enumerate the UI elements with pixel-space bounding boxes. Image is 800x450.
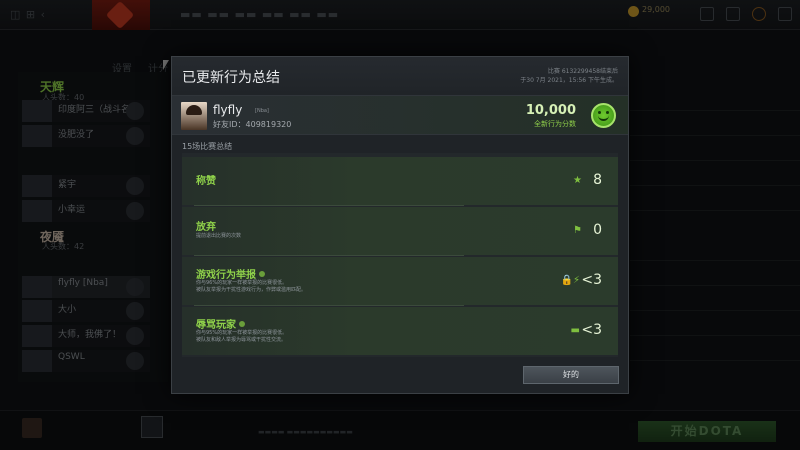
- player-tag: [Nba]: [255, 108, 269, 114]
- row-label: 称赞: [196, 176, 216, 187]
- row-desc-line-1: 你与96%的玩家一样被举报的比赛很低。: [196, 280, 288, 286]
- row-desc-line-1: 你与95%的玩家一样被举报的比赛很低。: [196, 330, 288, 336]
- info-icon[interactable]: [239, 321, 245, 327]
- row-value: 0: [593, 222, 602, 238]
- match-line-2: 于30 7月 2021，15:56 下午生成。: [520, 77, 618, 84]
- lock-bolt-icon: 🔒⚡: [560, 275, 580, 286]
- behavior-score: 10,000: [525, 103, 576, 118]
- row-value: <3: [581, 272, 602, 288]
- summary-label: 15场比赛总结: [182, 142, 233, 151]
- chat-icon: ▬: [570, 325, 580, 336]
- row-value: <3: [581, 322, 602, 338]
- match-line-1: 比赛 6132299458结束后: [547, 68, 618, 75]
- friend-id: 好友ID：409819320: [213, 119, 291, 130]
- abusive-comms-row: 辱骂玩家 你与95%的玩家一样被举报的比赛很低。 被队友和敌人举报为辱骂或干扰性…: [182, 307, 618, 355]
- abandons-row: 放弃 提前退出比赛的次数 ⚑ 0: [182, 207, 618, 255]
- player-card: flyfly [Nba] 好友ID：409819320 10,000 全新行为分…: [172, 95, 628, 135]
- info-icon[interactable]: [259, 271, 265, 277]
- friend-id-value: 409819320: [245, 120, 292, 129]
- dialog-title: 已更新行为总结: [182, 70, 280, 86]
- ok-button[interactable]: 好的: [523, 366, 619, 384]
- smiley-icon: [591, 103, 616, 128]
- row-value: 8: [593, 172, 602, 188]
- divider: [194, 255, 464, 256]
- row-desc-line-2: 被队友和敌人举报为辱骂或干扰性交流。: [196, 337, 287, 343]
- player-name: flyfly: [213, 103, 243, 117]
- behavior-score-label: 全新行为分数: [534, 120, 576, 128]
- row-label: 辱骂玩家: [196, 316, 245, 331]
- row-label: 游戏行为举报: [196, 266, 265, 281]
- row-desc: 提前退出比赛的次数: [196, 233, 242, 239]
- row-desc-line-2: 被队友举报为干扰性游戏行为，作弊或滥用匹配。: [196, 287, 307, 293]
- divider: [194, 305, 464, 306]
- friend-id-label: 好友ID：: [213, 120, 246, 129]
- summary-panel: 称赞 ★ 8 放弃 提前退出比赛的次数 ⚑ 0 游戏行为举报 你与96%的玩家一…: [182, 153, 618, 357]
- avatar: [181, 102, 207, 130]
- gameplay-reports-row: 游戏行为举报 你与96%的玩家一样被举报的比赛很低。 被队友举报为干扰性游戏行为…: [182, 257, 618, 305]
- match-info: 比赛 6132299458结束后 于30 7月 2021，15:56 下午生成。: [520, 67, 618, 85]
- dialog-header: 已更新行为总结 比赛 6132299458结束后 于30 7月 2021，15:…: [172, 57, 628, 95]
- flag-icon: ⚑: [573, 225, 582, 236]
- divider: [194, 205, 464, 206]
- row-desc: 你与96%的玩家一样被举报的比赛很低。 被队友举报为干扰性游戏行为，作弊或滥用匹…: [196, 280, 306, 294]
- row-desc: 你与95%的玩家一样被举报的比赛很低。 被队友和敌人举报为辱骂或干扰性交流。: [196, 330, 287, 344]
- behavior-summary-dialog: 已更新行为总结 比赛 6132299458结束后 于30 7月 2021，15:…: [171, 56, 629, 394]
- commends-row: 称赞 ★ 8: [182, 157, 618, 205]
- star-icon: ★: [573, 175, 582, 186]
- row-label: 放弃: [196, 222, 216, 233]
